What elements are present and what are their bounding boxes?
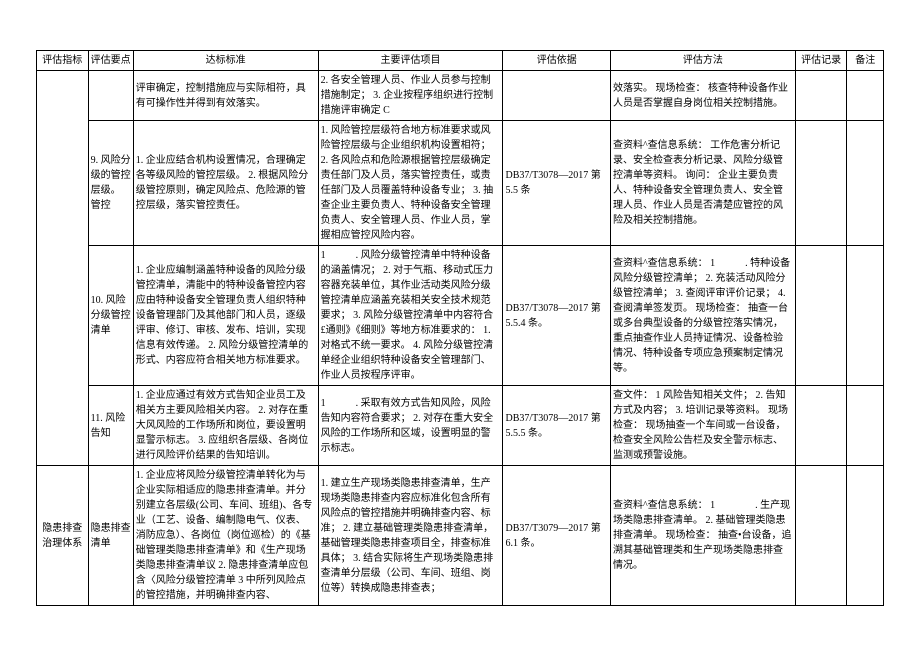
col-header-project: 主要评估项目 [318, 51, 503, 71]
project-cell: 1. 建立生产现场类隐患排查清单，生产现场类隐患排查内容应标准化包含所有风险点的… [318, 466, 503, 606]
indicator-cell [37, 71, 89, 466]
basis-cell: DB37/T3079—2017 第 6.1 条。 [503, 466, 610, 606]
remark-cell [847, 466, 884, 606]
keypoint-cell [88, 71, 133, 121]
col-header-record: 评估记录 [795, 51, 847, 71]
method-cell: 查文件： 1 风险告知相关文件； 2. 告知方式及内容； 3. 培训记录等资料。… [610, 386, 795, 466]
method-cell: 效落实。 现场检查： 核查特种设备作业人员是否掌握自身岗位相关控制措施。 [610, 71, 795, 121]
record-cell [795, 246, 847, 386]
method-cell: 查资料^查信息系统： 1 . 生产现场类隐患排查清单。 2. 基础管理类隐患排查… [610, 466, 795, 606]
col-header-method: 评估方法 [610, 51, 795, 71]
basis-cell: DB37/T3078—2017 第 5.5 条 [503, 121, 610, 246]
standard-cell: 1. 企业应通过有效方式告知企业员工及相关方主要风险相关内容。 2. 对存在重大… [133, 386, 318, 466]
table-row: 评审确定，控制措施应与实际相符，具有可操作性并得到有效落实。 2. 各安全管理人… [37, 71, 884, 121]
project-cell: 2. 各安全管理人员、作业人员参与控制措施制定； 3. 企业按程序组织进行控制措… [318, 71, 503, 121]
table-row: 隐患排查治理体系 隐患排查清单 1. 企业应将风险分级管控清单转化为与企业实际相… [37, 466, 884, 606]
col-header-indicator: 评估指标 [37, 51, 89, 71]
basis-cell: DB37/T3078—2017 第 5.5.5 条。 [503, 386, 610, 466]
table-header-row: 评估指标 评估要点 达标标准 主要评估项目 评估依据 评估方法 评估记录 备注 [37, 51, 884, 71]
table-row: 9. 风险分级的管控层级。 管控 1. 企业应结合机构设置情况，合理确定各等级风… [37, 121, 884, 246]
method-cell: 查资料^查信息系统： 工作危害分析记录、安全检查表分析记录、风险分级管控清单等资… [610, 121, 795, 246]
record-cell [795, 121, 847, 246]
remark-cell [847, 246, 884, 386]
keypoint-cell: 10. 风险分级管控清单 [88, 246, 133, 386]
remark-cell [847, 121, 884, 246]
keypoint-cell: 11. 风险告知 [88, 386, 133, 466]
col-header-standard: 达标标准 [133, 51, 318, 71]
record-cell [795, 71, 847, 121]
assessment-table: 评估指标 评估要点 达标标准 主要评估项目 评估依据 评估方法 评估记录 备注 … [36, 50, 884, 606]
standard-cell: 1. 企业应将风险分级管控清单转化为与企业实际相适应的隐患排查清单。并分别建立各… [133, 466, 318, 606]
table-row: 11. 风险告知 1. 企业应通过有效方式告知企业员工及相关方主要风险相关内容。… [37, 386, 884, 466]
keypoint-cell: 隐患排查清单 [88, 466, 133, 606]
project-cell: 1 . 风险分级管控清单中特种设备的涵盖情况； 2. 对于气瓶、移动式压力容器充… [318, 246, 503, 386]
standard-cell: 1. 企业应结合机构设置情况，合理确定各等级风险的管控层级。 2. 根据风险分级… [133, 121, 318, 246]
method-cell: 查资料^查信息系统： 1 . 特种设备风险分级管控清单； 2. 充装活动风险分级… [610, 246, 795, 386]
remark-cell [847, 386, 884, 466]
standard-cell: 1. 企业应编制涵盖特种设备的风险分级管控清单，清能中的特种设备管控内容应由特种… [133, 246, 318, 386]
remark-cell [847, 71, 884, 121]
project-cell: 1. 风险管控层级符合地方标准要求或风险管控层级与企业组织机构设置相符； 2. … [318, 121, 503, 246]
col-header-basis: 评估依据 [503, 51, 610, 71]
record-cell [795, 386, 847, 466]
table-row: 10. 风险分级管控清单 1. 企业应编制涵盖特种设备的风险分级管控清单，清能中… [37, 246, 884, 386]
basis-cell [503, 71, 610, 121]
col-header-remark: 备注 [847, 51, 884, 71]
col-header-keypoint: 评估要点 [88, 51, 133, 71]
record-cell [795, 466, 847, 606]
basis-cell: DB37/T3078—2017 第 5.5.4 条。 [503, 246, 610, 386]
indicator-cell: 隐患排查治理体系 [37, 466, 89, 606]
keypoint-cell: 9. 风险分级的管控层级。 管控 [88, 121, 133, 246]
standard-cell: 评审确定，控制措施应与实际相符，具有可操作性并得到有效落实。 [133, 71, 318, 121]
project-cell: 1 . 采取有效方式告知风险，风险告知内容符合要求； 2. 对存在重大安全风险的… [318, 386, 503, 466]
